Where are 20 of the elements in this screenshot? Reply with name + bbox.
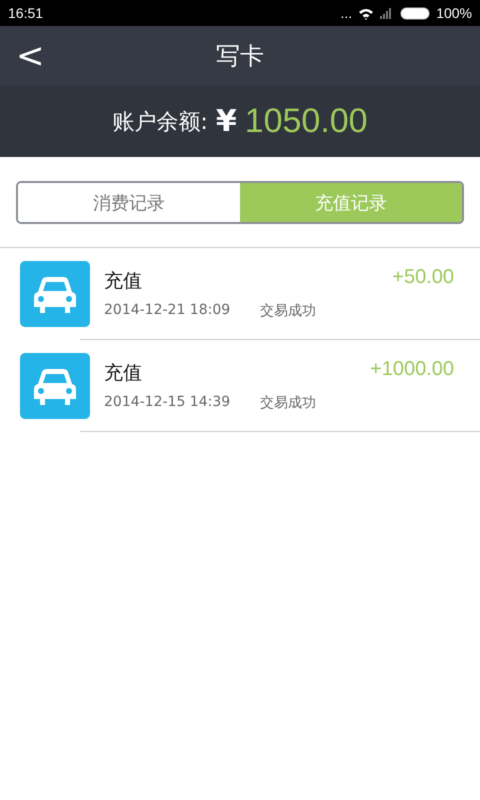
record-amount: +50.00 bbox=[392, 266, 454, 289]
page-title: 写卡 bbox=[216, 41, 264, 72]
record-time: 2014-12-21 18:09 bbox=[104, 302, 230, 320]
wifi-icon bbox=[358, 6, 374, 20]
record-time: 2014-12-15 14:39 bbox=[104, 394, 230, 412]
status-time: 16:51 bbox=[8, 5, 44, 21]
balance-amount: 1050.00 bbox=[244, 102, 368, 141]
car-icon bbox=[20, 352, 90, 418]
record-title: 充值 bbox=[104, 268, 143, 294]
back-button[interactable]: < bbox=[10, 36, 50, 76]
record-status: 交易成功 bbox=[260, 394, 316, 412]
battery-icon bbox=[400, 6, 430, 20]
more-indicator: ... bbox=[340, 5, 352, 21]
car-icon bbox=[20, 260, 90, 326]
currency-symbol: ¥ bbox=[216, 104, 237, 139]
record-status: 交易成功 bbox=[260, 302, 316, 320]
battery-percent: 100% bbox=[436, 5, 472, 21]
record-amount: +1000.00 bbox=[370, 358, 454, 381]
record-title: 充值 bbox=[104, 360, 143, 386]
balance-label: 账户余额: bbox=[112, 108, 208, 136]
